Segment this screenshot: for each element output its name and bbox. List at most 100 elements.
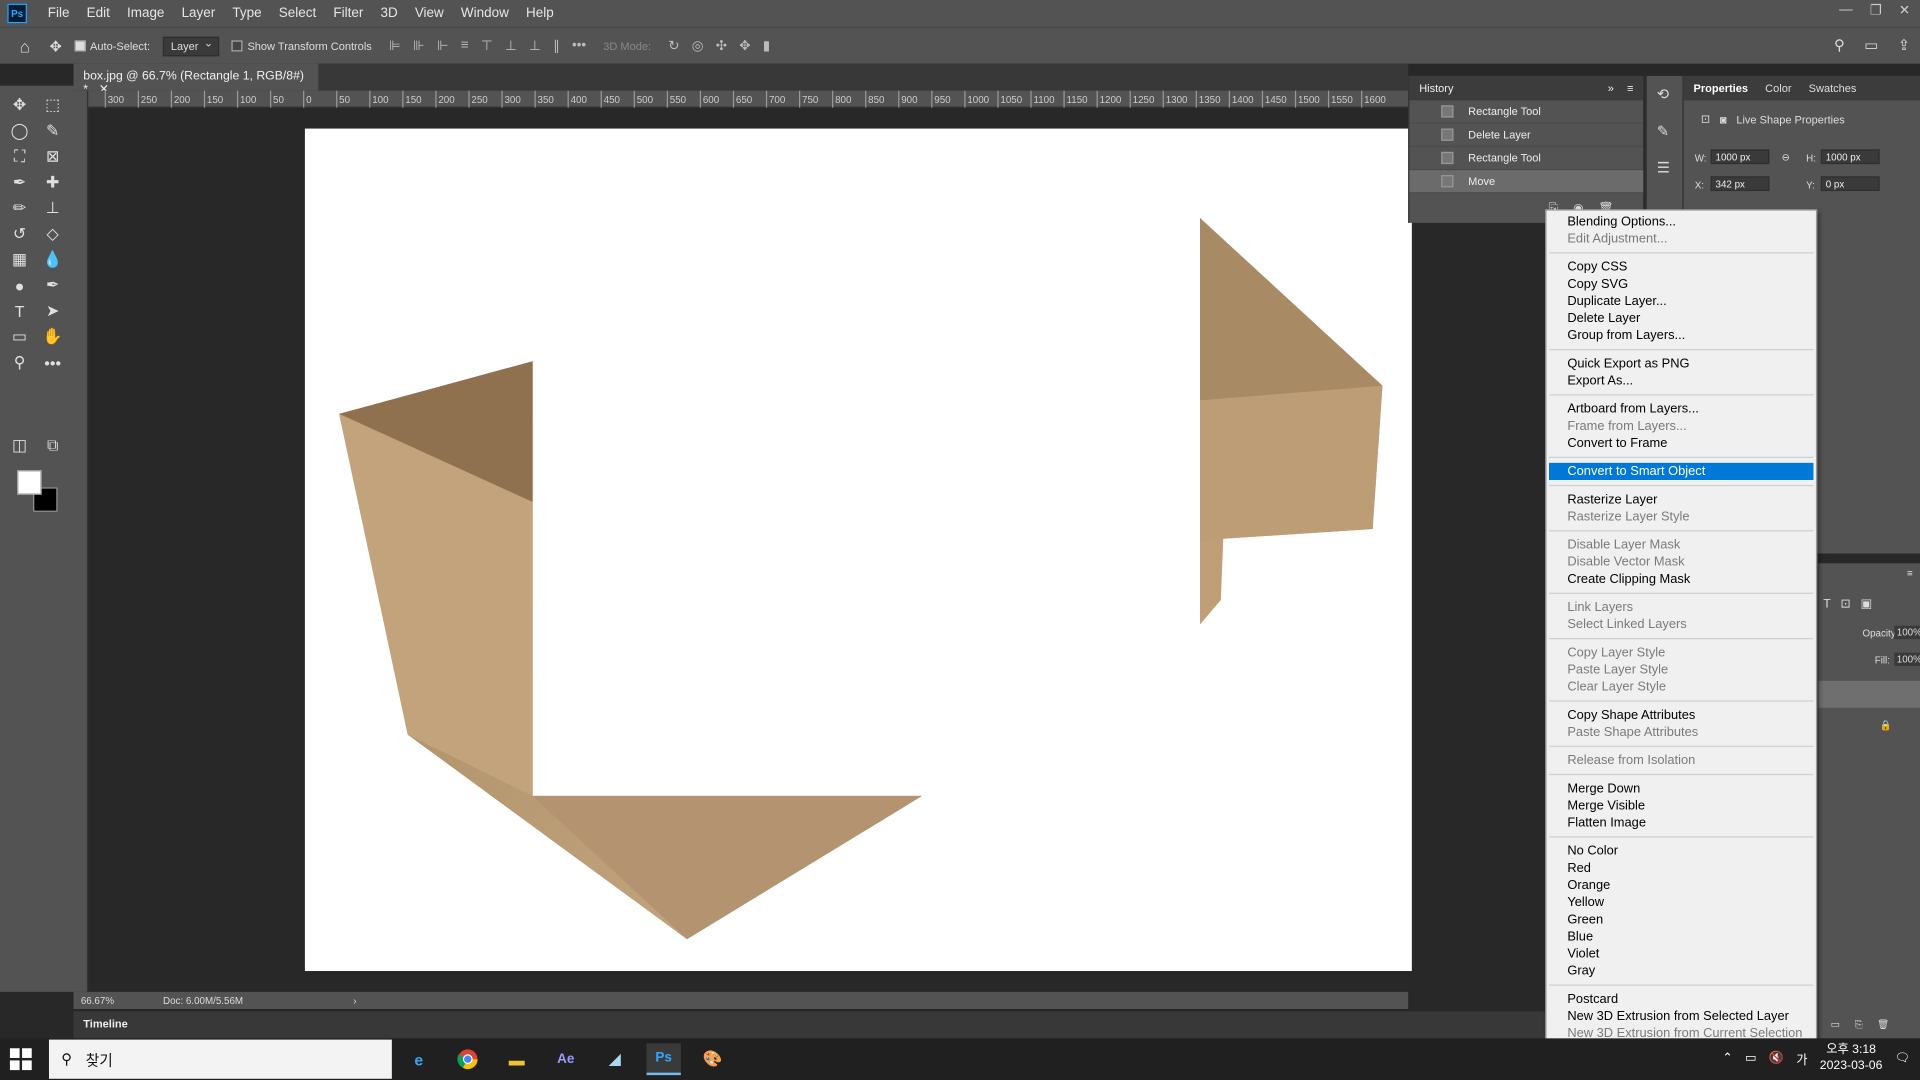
zoom-level[interactable]: 66.67% [81, 995, 114, 1006]
history-icon[interactable]: ⟲ [1647, 76, 1683, 113]
more-tools-icon[interactable]: ••• [39, 350, 66, 374]
menu-layer[interactable]: Layer [173, 6, 224, 21]
new-layer-icon[interactable]: ⎘ [1855, 1019, 1863, 1031]
context-menu-item[interactable]: Artboard from Layers... [1547, 400, 1816, 417]
context-menu-item[interactable]: Rasterize Layer [1547, 491, 1816, 508]
opacity-field[interactable]: 100% [1894, 625, 1920, 640]
context-menu-item[interactable]: Flatten Image [1547, 814, 1816, 831]
collapse-icon[interactable]: » [1608, 82, 1614, 94]
timeline-tab[interactable]: Timeline [83, 1018, 128, 1030]
context-menu-item[interactable]: Green [1547, 911, 1816, 928]
file-explorer-icon[interactable]: ▬ [500, 1043, 534, 1075]
quick-select-icon[interactable]: ✎ [39, 119, 66, 143]
context-menu-item[interactable]: No Color [1547, 842, 1816, 859]
context-menu-item[interactable]: Delete Layer [1547, 310, 1816, 327]
status-arrow-icon[interactable]: › [353, 995, 356, 1006]
context-menu-item[interactable]: Orange [1547, 877, 1816, 894]
minimize-icon[interactable]: — [1839, 2, 1852, 18]
trash-icon[interactable]: 🗑 [1877, 1019, 1889, 1031]
tab-swatches[interactable]: Swatches [1809, 82, 1857, 94]
screen-mode-icon[interactable]: ⧉ [39, 433, 66, 457]
auto-select-dropdown[interactable]: Layer [162, 36, 220, 56]
chrome-icon[interactable] [451, 1043, 485, 1075]
history-item[interactable]: Rectangle Tool [1409, 100, 1644, 124]
paint-icon[interactable]: 🎨 [696, 1043, 730, 1075]
distribute-v-icon[interactable]: ∥ [553, 38, 560, 54]
history-brush-icon[interactable]: ↺ [6, 222, 33, 246]
context-menu-item[interactable]: Quick Export as PNG [1547, 355, 1816, 372]
x-field[interactable]: 342 px [1710, 176, 1770, 192]
smart-filter-icon[interactable]: ▣ [1861, 598, 1873, 611]
healing-brush-icon[interactable]: ✚ [39, 170, 66, 194]
menu-view[interactable]: View [406, 6, 452, 21]
fill-field[interactable]: 100% [1894, 652, 1920, 667]
context-menu-item[interactable]: Yellow [1547, 894, 1816, 911]
panel-menu-icon[interactable]: ≡ [1627, 82, 1633, 94]
restore-icon[interactable]: ❐ [1870, 2, 1882, 19]
share-icon[interactable]: ⇪ [1898, 37, 1910, 54]
context-menu-item[interactable]: Red [1547, 860, 1816, 877]
home-icon[interactable]: ⌂ [20, 36, 30, 56]
workspace-icon[interactable]: ▭ [1864, 37, 1878, 54]
history-item[interactable]: Move [1409, 170, 1644, 194]
document-canvas[interactable] [304, 128, 1412, 972]
photoshop-taskbar-icon[interactable]: Ps [646, 1043, 681, 1076]
align-left-icon[interactable]: ⊫ [389, 38, 401, 54]
clock[interactable]: 오후 3:18 2023-03-06 [1820, 1042, 1883, 1074]
history-item[interactable]: Rectangle Tool [1409, 147, 1644, 171]
selected-layer-row[interactable] [1818, 680, 1920, 708]
align-center-icon[interactable]: ⊪ [413, 38, 425, 54]
search-icon[interactable]: ⚲ [1834, 37, 1845, 54]
volume-muted-icon[interactable]: 🔇 [1769, 1051, 1784, 1064]
menu-filter[interactable]: Filter [325, 6, 372, 21]
context-menu-item[interactable]: Copy SVG [1547, 276, 1816, 293]
shape-filter-icon[interactable]: ⊡ [1841, 598, 1851, 611]
after-effects-icon[interactable]: Ae [549, 1043, 583, 1075]
context-menu-item[interactable]: Violet [1547, 945, 1816, 962]
quick-mask-icon[interactable]: ◫ [6, 433, 33, 457]
path-select-icon[interactable]: ➤ [39, 299, 66, 323]
menu-type[interactable]: Type [224, 6, 270, 21]
menu-image[interactable]: Image [118, 6, 173, 21]
distribute-icon[interactable]: ≡ [461, 38, 469, 54]
taskbar-search[interactable]: ⚲ 찾기 [48, 1039, 392, 1079]
menu-edit[interactable]: Edit [78, 6, 118, 21]
brush-tool-icon[interactable]: ✏ [6, 196, 33, 220]
y-field[interactable]: 0 px [1820, 176, 1880, 192]
context-menu-item[interactable]: Duplicate Layer... [1547, 293, 1816, 310]
pen-tool-icon[interactable]: ✒ [39, 273, 66, 297]
lasso-tool-icon[interactable]: ◯ [6, 119, 33, 143]
context-menu-item[interactable]: Convert to Frame [1547, 435, 1816, 452]
menu-window[interactable]: Window [452, 6, 517, 21]
context-menu-item[interactable]: Group from Layers... [1547, 327, 1816, 344]
width-field[interactable]: 1000 px [1710, 149, 1770, 165]
close-icon[interactable]: ✕ [1899, 2, 1910, 19]
context-menu-item[interactable]: Export As... [1547, 372, 1816, 389]
checkbox-icon[interactable] [74, 40, 86, 52]
align-bottom-icon[interactable]: ⊥ [529, 38, 541, 54]
history-item[interactable]: Delete Layer [1409, 124, 1644, 147]
more-icon[interactable]: ••• [572, 38, 586, 54]
move-tool-icon[interactable]: ✥ [50, 37, 62, 54]
gradient-tool-icon[interactable]: ▦ [6, 247, 33, 271]
stamp-tool-icon[interactable]: ⊥ [39, 196, 66, 220]
align-right-icon[interactable]: ⊩ [437, 38, 449, 54]
hand-tool-icon[interactable]: ✋ [39, 324, 66, 348]
context-menu-item[interactable]: Merge Down [1547, 780, 1816, 797]
group-icon[interactable]: ▭ [1831, 1019, 1840, 1031]
eraser-tool-icon[interactable]: ◇ [39, 222, 66, 246]
rectangle-tool-icon[interactable]: ▭ [6, 324, 33, 348]
zoom-tool-icon[interactable]: ⚲ [6, 350, 33, 374]
notification-icon[interactable]: 🗨 [1895, 1051, 1911, 1064]
menu-select[interactable]: Select [270, 6, 325, 21]
notes-icon[interactable]: ◢ [598, 1043, 632, 1075]
brush-settings-icon[interactable]: ✎ [1647, 113, 1683, 150]
adjustments-icon[interactable]: ☰ [1647, 149, 1683, 186]
context-menu-item[interactable]: New 3D Extrusion from Selected Layer [1547, 1008, 1816, 1025]
context-menu-item[interactable]: Convert to Smart Object [1548, 462, 1814, 481]
menu-file[interactable]: File [39, 6, 78, 21]
context-menu-item[interactable]: Blending Options... [1547, 213, 1816, 230]
tab-color[interactable]: Color [1765, 82, 1791, 94]
context-menu-item[interactable]: Blue [1547, 928, 1816, 945]
auto-select-checkbox[interactable]: Auto-Select: [74, 40, 150, 52]
